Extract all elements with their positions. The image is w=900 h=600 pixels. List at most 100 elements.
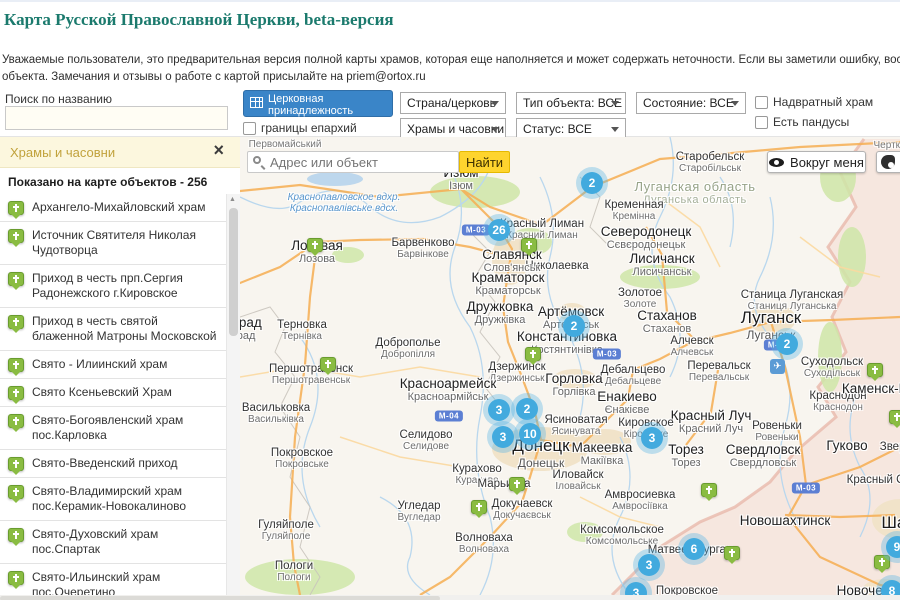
- cluster-marker[interactable]: 26: [488, 219, 510, 241]
- map-label: Перевальск Перевальськ: [687, 360, 750, 383]
- layers-icon: [881, 155, 895, 169]
- map-label-ru: Торез: [668, 442, 704, 457]
- map-label-ru: Васильковка: [242, 402, 310, 414]
- list-item[interactable]: Свято-Введенский приход: [0, 450, 226, 478]
- map-label-ua: Добропілля: [375, 349, 440, 360]
- church-pin-marker[interactable]: [701, 483, 717, 497]
- map-label: Красноармейск Красноармійськ: [400, 376, 497, 403]
- map-label-ru: Покровское: [656, 585, 718, 595]
- list-item[interactable]: Свято - Илиинский храм: [0, 351, 226, 379]
- list-item[interactable]: Приход в честь святой блаженной Матроны …: [0, 308, 226, 351]
- gate-church-checkbox[interactable]: Надвратный храм: [755, 95, 873, 109]
- church-pin-marker[interactable]: [320, 357, 336, 371]
- church-pin-marker[interactable]: [525, 347, 541, 361]
- map-label: Макеевка Макіївка: [572, 440, 633, 467]
- map-label: Чертково: [874, 140, 900, 151]
- map-label-ru: Курахово: [452, 463, 502, 475]
- cluster-marker[interactable]: 8: [881, 580, 900, 595]
- map-label-ru: Гуляйполе: [258, 519, 314, 531]
- search-by-name-input[interactable]: [5, 106, 228, 130]
- list-item[interactable]: Свято Ксеньевский Храм: [0, 379, 226, 407]
- list-item[interactable]: Приход в честь прп.Сергия Радонежского г…: [0, 265, 226, 308]
- church-affiliation-button[interactable]: Церковная принадлежность: [243, 90, 393, 117]
- sidebar-scrollbar[interactable]: ▲: [226, 194, 240, 595]
- cluster-marker[interactable]: 2: [563, 315, 585, 337]
- map-label: Каменск-Шахтинский: [842, 381, 900, 396]
- country-church-select[interactable]: Страна/церковь: [400, 92, 506, 114]
- map-label: Доброполье Добропілля: [375, 337, 440, 360]
- map-label-ru: Красноармейск: [400, 376, 497, 391]
- church-pin-icon: [8, 315, 24, 329]
- map-label-ua: Сєвєродонецьк: [601, 239, 692, 251]
- horizontal-scrollbar[interactable]: [0, 595, 900, 600]
- church-pin-marker[interactable]: [521, 238, 537, 252]
- around-me-button[interactable]: Вокруг меня: [767, 151, 866, 173]
- cluster-marker[interactable]: 2: [776, 333, 798, 355]
- church-pin-marker[interactable]: [307, 238, 323, 252]
- checkbox-box[interactable]: [755, 116, 768, 129]
- list-item[interactable]: Свято-Владимирский храм пос.Керамик-Ново…: [0, 478, 226, 521]
- list-item-label: Приход в честь святой блаженной Матроны …: [32, 314, 217, 343]
- object-type-select[interactable]: Тип объекта: ВСЕ: [516, 92, 626, 114]
- diocese-borders-checkbox[interactable]: границы епархий: [243, 121, 357, 135]
- around-me-label: Вокруг меня: [790, 155, 864, 170]
- sidebar-title: Храмы и часовни: [10, 145, 115, 160]
- church-pin-icon: [8, 528, 24, 542]
- map-label: Покровское: [656, 585, 718, 595]
- map-label: Краматорск Краматорськ: [471, 270, 544, 297]
- church-pin-marker[interactable]: [509, 477, 525, 491]
- map-label-ru: Красный Лиман: [500, 218, 584, 230]
- church-pin-marker[interactable]: [724, 546, 740, 560]
- map-label: Иловайск Іловайськ: [552, 469, 603, 492]
- find-button[interactable]: Найти: [459, 151, 510, 173]
- scrollbar-thumb[interactable]: [229, 208, 238, 336]
- church-pin-marker[interactable]: [471, 500, 487, 514]
- checkbox-box[interactable]: [755, 96, 768, 109]
- map-label-ua: Покровське: [271, 459, 333, 470]
- map-label-ru: Кировское: [618, 417, 674, 429]
- cluster-marker[interactable]: 3: [492, 426, 514, 448]
- cluster-marker[interactable]: 3: [641, 427, 663, 449]
- close-icon[interactable]: ×: [213, 140, 224, 161]
- map-label-ru: Першотравенск: [269, 363, 353, 375]
- list-item-label: Свято Ксеньевский Храм: [32, 385, 172, 399]
- scrollbar-thumb[interactable]: [0, 596, 440, 600]
- cluster-marker[interactable]: 2: [516, 398, 538, 420]
- ramps-checkbox[interactable]: Есть пандусы: [755, 115, 849, 129]
- cluster-marker[interactable]: 3: [488, 399, 510, 421]
- cluster-marker[interactable]: 6: [683, 538, 705, 560]
- search-by-name-label: Поиск по названию: [5, 92, 112, 106]
- map-label-ua: Павлоград: [240, 330, 262, 342]
- layers-button[interactable]: [876, 151, 900, 173]
- cluster-marker[interactable]: 10: [519, 423, 541, 445]
- church-pin-icon: [8, 201, 24, 215]
- list-item[interactable]: Свято-Духовский храм пос.Спартак: [0, 521, 226, 564]
- condition-select[interactable]: Состояние: ВСЕ: [636, 92, 746, 114]
- checkbox-box[interactable]: [243, 122, 256, 135]
- map-label-ru: Северодонецк: [601, 224, 692, 239]
- map-label-ru: Ровеньки: [752, 420, 802, 432]
- cluster-marker[interactable]: 3: [638, 554, 660, 576]
- list-item[interactable]: Источник Святителя Николая Чудотворца: [0, 222, 226, 265]
- map-label-ua: Барвінкове: [392, 249, 455, 260]
- map-label-ru: Зверево: [880, 441, 900, 453]
- list-item[interactable]: Свято-Ильинский храм пос.Очеретино: [0, 564, 226, 595]
- map-label-ua: Красний Луч: [671, 423, 752, 435]
- map-label: Гуляйполе Гуляйполе: [258, 519, 314, 542]
- scroll-up-icon[interactable]: ▲: [229, 196, 236, 203]
- map-label: Пологи Пологи: [275, 560, 313, 583]
- map-label-ru: Барвенково: [392, 237, 455, 249]
- church-pin-icon: [8, 457, 24, 471]
- results-sidebar: Храмы и часовни × Показано на карте объе…: [0, 137, 240, 595]
- cluster-marker[interactable]: 2: [581, 172, 603, 194]
- list-item[interactable]: Архангело-Михайловский храм: [0, 194, 226, 222]
- church-pin-marker[interactable]: [867, 363, 883, 377]
- map-canvas[interactable]: Первомайський Чертково Изюм Ізюм Красноп…: [240, 137, 900, 595]
- church-pin-marker[interactable]: [889, 410, 900, 424]
- road-badge: М-03: [462, 225, 490, 236]
- church-pin-marker[interactable]: [874, 555, 890, 569]
- map-label: Амвросиевка Амвросіївка: [605, 489, 676, 512]
- church-pin-icon: [8, 386, 24, 400]
- list-item[interactable]: Свято-Богоявленский храм пос.Карловка: [0, 407, 226, 450]
- map-search-input[interactable]: [247, 151, 459, 173]
